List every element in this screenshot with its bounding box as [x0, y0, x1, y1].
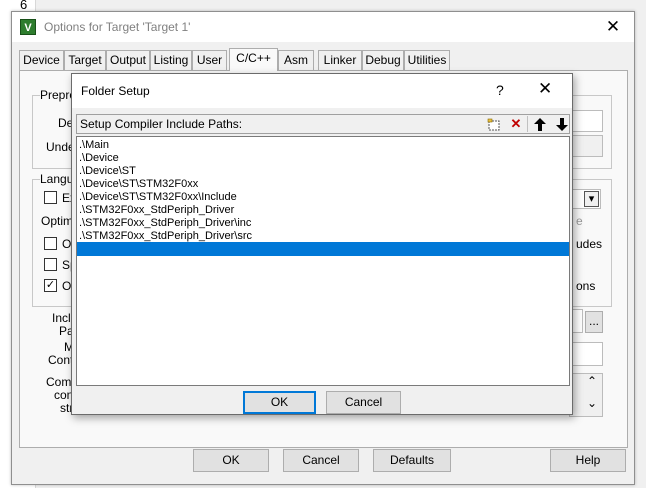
misc-controls-input[interactable] [569, 342, 603, 366]
options-titlebar: V Options for Target 'Target 1' ✕ [12, 12, 634, 42]
warnings-select[interactable]: ▾ [569, 189, 601, 209]
option2-checkbox[interactable] [44, 258, 57, 271]
folder-cancel-button[interactable]: Cancel [326, 391, 401, 414]
include-paths-header: Setup Compiler Include Paths: ✕ [76, 114, 570, 134]
list-item[interactable]: .\Device [79, 152, 119, 165]
help-button[interactable]: Help [550, 449, 626, 472]
list-item[interactable]: .\Device\ST\STM32F0xx\Include [79, 191, 237, 204]
ok-button[interactable]: OK [193, 449, 269, 472]
options-close-button[interactable]: ✕ [598, 14, 628, 40]
include-browse-button[interactable]: ... [585, 311, 603, 333]
right-text-e: e [576, 214, 583, 228]
cancel-button[interactable]: Cancel [283, 449, 359, 472]
tab-listing[interactable]: Listing [150, 50, 192, 70]
compiler-control-string: ⌃ ⌄ [569, 373, 603, 417]
undefine-input[interactable] [569, 135, 603, 157]
list-item[interactable]: .\Main [79, 139, 109, 152]
language-label: Langu [40, 172, 74, 186]
tab-output[interactable]: Output [106, 50, 150, 70]
folder-setup-close-button[interactable]: ✕ [538, 79, 552, 99]
tab-utilities[interactable]: Utilities [404, 50, 450, 70]
execute-only-checkbox[interactable] [44, 191, 57, 204]
include-paths-header-label: Setup Compiler Include Paths: [80, 117, 243, 131]
list-item-selected[interactable] [77, 242, 569, 256]
scroll-up-icon[interactable]: ⌃ [587, 374, 597, 388]
tab-target[interactable]: Target [64, 50, 106, 70]
option3-checkbox[interactable]: ✓ [44, 279, 57, 292]
toolbar-divider [527, 116, 528, 132]
option1-checkbox[interactable] [44, 237, 57, 250]
tab-asm[interactable]: Asm [278, 50, 314, 70]
help-icon[interactable]: ? [496, 82, 504, 98]
tab-linker[interactable]: Linker [318, 50, 362, 70]
scroll-down-icon[interactable]: ⌄ [587, 396, 597, 410]
dropdown-arrow-icon[interactable]: ▾ [584, 191, 599, 207]
move-down-icon[interactable] [552, 116, 572, 133]
move-up-icon[interactable] [530, 116, 550, 133]
folder-setup-dialog: Folder Setup ? ✕ Setup Compiler Include … [71, 73, 573, 415]
list-item[interactable]: .\STM32F0xx_StdPeriph_Driver [79, 204, 234, 217]
delete-icon[interactable]: ✕ [506, 116, 526, 133]
list-item[interactable]: .\STM32F0xx_StdPeriph_Driver\inc [79, 217, 251, 230]
tab-cpp[interactable]: C/C++ [229, 48, 278, 71]
defaults-button[interactable]: Defaults [373, 449, 451, 472]
tab-user[interactable]: User [192, 50, 227, 70]
folder-setup-titlebar: Folder Setup ? ✕ [72, 74, 572, 108]
tab-device[interactable]: Device [19, 50, 64, 70]
folder-setup-title: Folder Setup [81, 84, 150, 98]
right-text-udes: udes [576, 237, 603, 251]
new-folder-icon[interactable] [484, 116, 504, 133]
right-text-ons: ons [576, 279, 596, 293]
define-input[interactable] [569, 110, 603, 132]
folder-ok-button[interactable]: OK [243, 391, 316, 414]
options-title: Options for Target 'Target 1' [44, 20, 191, 34]
include-paths-list[interactable]: .\Main .\Device .\Device\ST .\Device\ST\… [76, 136, 570, 386]
list-item[interactable]: .\Device\ST [79, 165, 136, 178]
list-item[interactable]: .\Device\ST\STM32F0xx [79, 178, 198, 191]
keil-app-icon: V [20, 19, 36, 35]
tab-debug[interactable]: Debug [362, 50, 404, 70]
